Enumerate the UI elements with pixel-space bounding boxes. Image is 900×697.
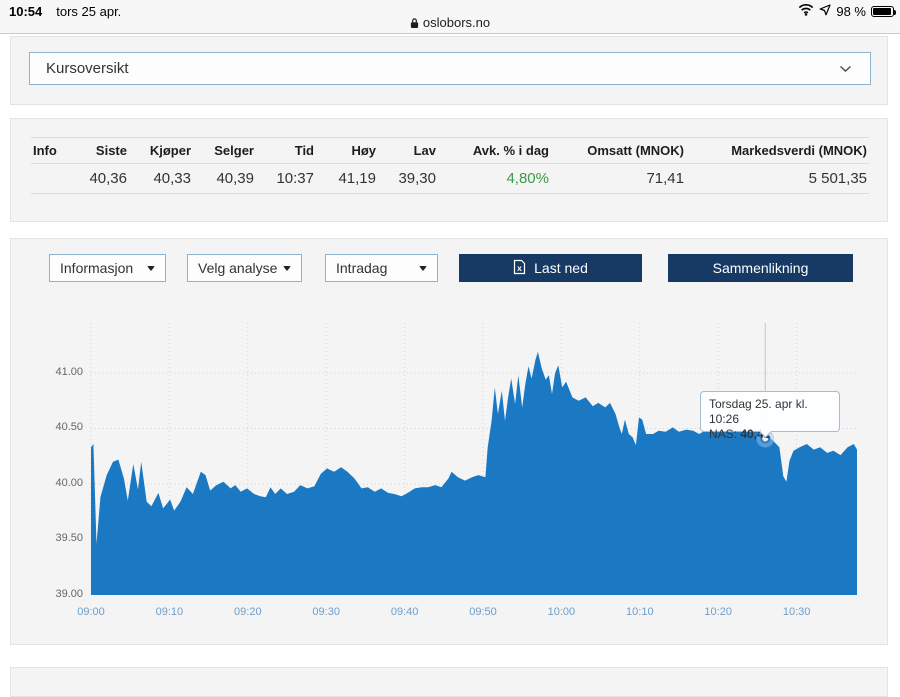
col-tid: Tid (256, 138, 316, 164)
cell-tid: 10:37 (256, 164, 316, 194)
cell-markedsverdi: 5 501,35 (686, 164, 869, 194)
quote-header-row: Info Siste Kjøper Selger Tid Høy Lav Avk… (31, 138, 869, 164)
cell-selger: 40,39 (193, 164, 256, 194)
address-bar[interactable]: oslobors.no (0, 15, 900, 30)
col-markedsverdi: Markedsverdi (MNOK) (686, 138, 869, 164)
url-text: oslobors.no (423, 15, 490, 30)
chevron-down-icon (839, 60, 852, 77)
col-selger: Selger (193, 138, 256, 164)
col-hoy: Høy (316, 138, 378, 164)
cell-lav: 39,30 (378, 164, 438, 194)
tooltip-series-label: NAS: (709, 427, 737, 441)
chart-section: Informasjon Velg analyse Intradag x Last… (10, 238, 888, 645)
col-avk: Avk. % i dag (438, 138, 551, 164)
page-select[interactable]: Kursoversikt (29, 52, 871, 85)
quote-section: Info Siste Kjøper Selger Tid Høy Lav Avk… (10, 118, 888, 222)
col-omsatt: Omsatt (MNOK) (551, 138, 686, 164)
tooltip-datetime: Torsdag 25. apr kl. 10:26 (709, 397, 831, 427)
col-siste: Siste (71, 138, 129, 164)
quote-table: Info Siste Kjøper Selger Tid Høy Lav Avk… (31, 137, 869, 194)
lock-icon (410, 15, 423, 30)
col-kjoper: Kjøper (129, 138, 193, 164)
price-chart-svg (11, 239, 889, 646)
price-chart[interactable]: 09:0009:1009:2009:3009:4009:5010:0010:10… (11, 239, 889, 646)
col-lav: Lav (378, 138, 438, 164)
chart-tooltip: Torsdag 25. apr kl. 10:26 NAS: 40,41 (700, 391, 840, 432)
cell-kjoper: 40,33 (129, 164, 193, 194)
col-info: Info (31, 138, 71, 164)
cell-omsatt: 71,41 (551, 164, 686, 194)
quote-value-row: 40,36 40,33 40,39 10:37 41,19 39,30 4,80… (31, 164, 869, 194)
next-section-edge (10, 667, 888, 697)
price-area-series (91, 352, 857, 595)
cell-siste: 40,36 (71, 164, 129, 194)
cell-avk: 4,80% (438, 164, 551, 194)
page-selector-section: Kursoversikt (10, 36, 888, 105)
cell-hoy: 41,19 (316, 164, 378, 194)
page-select-value: Kursoversikt (46, 60, 129, 77)
cell-info (31, 164, 71, 194)
browser-chrome: 10:54tors 25 apr. 98 % oslobors.no (0, 0, 900, 34)
